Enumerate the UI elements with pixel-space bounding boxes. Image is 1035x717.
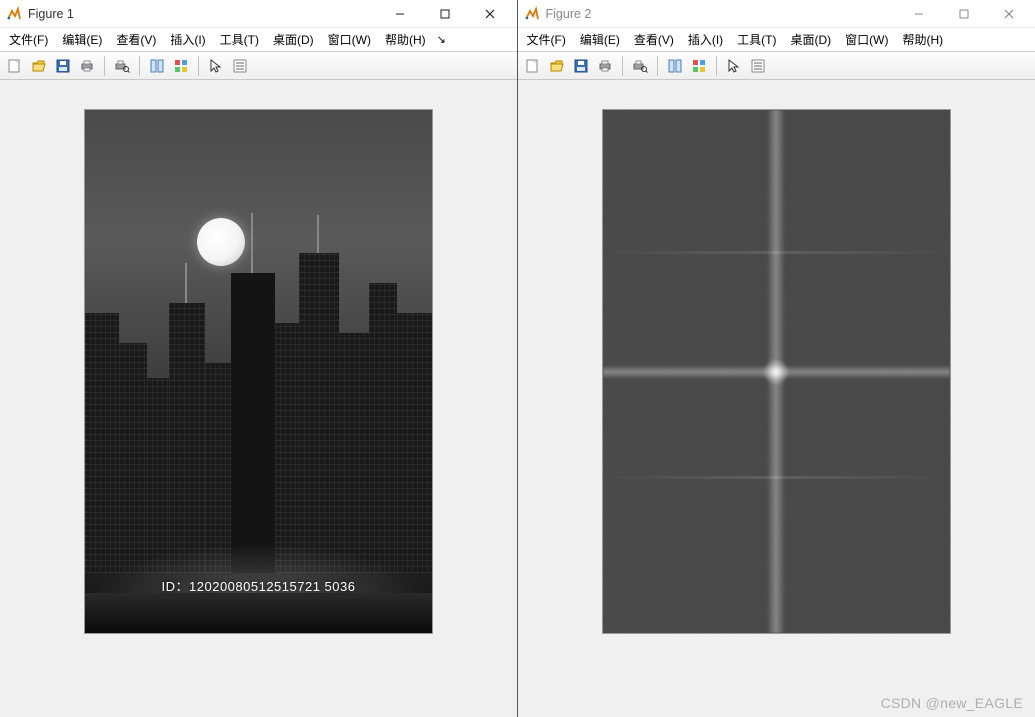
menu-edit[interactable]: 编辑(E) <box>55 29 109 50</box>
image-id-label: ID：12020080512515721 5036 <box>162 576 356 595</box>
toolbar-separator <box>622 56 623 76</box>
fft-dc-component <box>763 359 789 385</box>
menu-window[interactable]: 窗口(W) <box>321 29 378 50</box>
moon <box>197 218 245 266</box>
data-cursor-icon[interactable] <box>747 55 769 77</box>
displayed-image <box>603 110 950 633</box>
menu-file[interactable]: 文件(F) <box>520 29 573 50</box>
open-icon[interactable] <box>546 55 568 77</box>
displayed-image: ID：12020080512515721 5036 <box>85 110 432 633</box>
toolbar <box>0 52 517 80</box>
menu-file[interactable]: 文件(F) <box>2 29 55 50</box>
toolbar-separator <box>198 56 199 76</box>
figure-canvas[interactable] <box>518 80 1035 717</box>
window-title: Figure 1 <box>28 7 378 21</box>
figure-window-2: Figure 2 文件(F) 编辑(E) 查看(V) 插入(I) 工具(T) 桌… <box>518 0 1035 717</box>
maximize-button[interactable] <box>941 0 986 28</box>
titlebar[interactable]: Figure 2 <box>518 0 1035 28</box>
menubar: 文件(F) 编辑(E) 查看(V) 插入(I) 工具(T) 桌面(D) 窗口(W… <box>0 28 517 52</box>
link-axes-icon[interactable] <box>146 55 168 77</box>
new-figure-icon[interactable] <box>4 55 26 77</box>
print-preview-icon[interactable] <box>111 55 133 77</box>
menu-window[interactable]: 窗口(W) <box>838 29 895 50</box>
toolbar-separator <box>104 56 105 76</box>
menu-view[interactable]: 查看(V) <box>627 29 681 50</box>
water <box>85 593 432 633</box>
new-figure-icon[interactable] <box>522 55 544 77</box>
menu-desktop[interactable]: 桌面(D) <box>783 29 838 50</box>
menu-view[interactable]: 查看(V) <box>109 29 163 50</box>
window-title: Figure 2 <box>546 7 897 21</box>
insert-colorbar-icon[interactable] <box>170 55 192 77</box>
menu-tools[interactable]: 工具(T) <box>730 29 783 50</box>
minimize-button[interactable] <box>378 0 423 28</box>
open-icon[interactable] <box>28 55 50 77</box>
menu-insert[interactable]: 插入(I) <box>681 29 730 50</box>
toolbar-separator <box>657 56 658 76</box>
maximize-button[interactable] <box>423 0 468 28</box>
menu-tools[interactable]: 工具(T) <box>213 29 266 50</box>
toolbar <box>518 52 1035 80</box>
pointer-icon[interactable] <box>205 55 227 77</box>
save-icon[interactable] <box>52 55 74 77</box>
figure-canvas[interactable]: ID：12020080512515721 5036 <box>0 80 517 717</box>
save-icon[interactable] <box>570 55 592 77</box>
toolbar-separator <box>716 56 717 76</box>
titlebar[interactable]: Figure 1 <box>0 0 517 28</box>
print-preview-icon[interactable] <box>629 55 651 77</box>
print-icon[interactable] <box>76 55 98 77</box>
insert-colorbar-icon[interactable] <box>688 55 710 77</box>
print-icon[interactable] <box>594 55 616 77</box>
menu-insert[interactable]: 插入(I) <box>163 29 212 50</box>
link-axes-icon[interactable] <box>664 55 686 77</box>
matlab-figure-icon <box>6 6 22 22</box>
figure-window-1: Figure 1 文件(F) 编辑(E) 查看(V) 插入(I) 工具(T) 桌… <box>0 0 518 717</box>
close-button[interactable] <box>986 0 1031 28</box>
pointer-icon[interactable] <box>723 55 745 77</box>
menu-help[interactable]: 帮助(H) <box>895 29 950 50</box>
matlab-figure-icon <box>524 6 540 22</box>
skyline <box>85 273 432 573</box>
minimize-button[interactable] <box>896 0 941 28</box>
menu-desktop[interactable]: 桌面(D) <box>266 29 321 50</box>
close-button[interactable] <box>468 0 513 28</box>
data-cursor-icon[interactable] <box>229 55 251 77</box>
menu-overflow-icon[interactable]: ↘ <box>433 31 450 48</box>
toolbar-separator <box>139 56 140 76</box>
menu-help[interactable]: 帮助(H) <box>378 29 433 50</box>
menu-edit[interactable]: 编辑(E) <box>573 29 627 50</box>
menubar: 文件(F) 编辑(E) 查看(V) 插入(I) 工具(T) 桌面(D) 窗口(W… <box>518 28 1035 52</box>
